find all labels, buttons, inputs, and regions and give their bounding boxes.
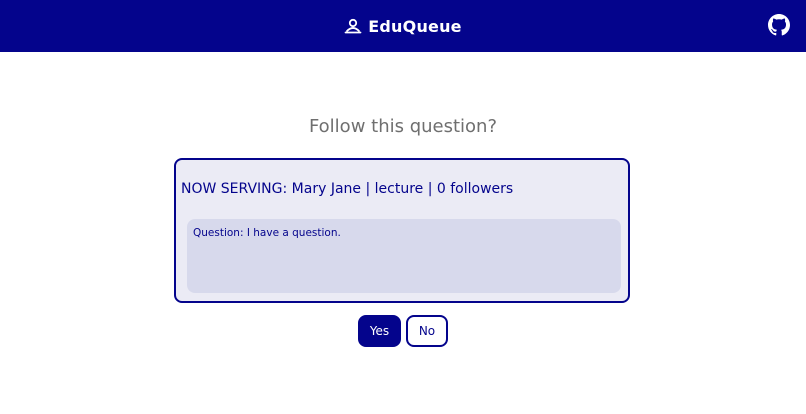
no-button[interactable]: No — [406, 315, 448, 347]
queue-logo-icon — [344, 17, 362, 35]
page-title: Follow this question? — [308, 116, 498, 137]
question-text: Question: I have a question. — [193, 227, 341, 239]
brand-name: EduQueue — [368, 16, 462, 36]
now-serving-text: NOW SERVING: Mary Jane | lecture | 0 fol… — [181, 181, 514, 197]
top-nav-bar: EduQueue — [0, 0, 806, 52]
question-card: NOW SERVING: Mary Jane | lecture | 0 fol… — [174, 158, 630, 303]
brand[interactable]: EduQueue — [0, 0, 806, 52]
yes-button[interactable]: Yes — [358, 315, 401, 347]
question-box: Question: I have a question. — [187, 219, 621, 293]
github-icon[interactable] — [768, 14, 790, 36]
